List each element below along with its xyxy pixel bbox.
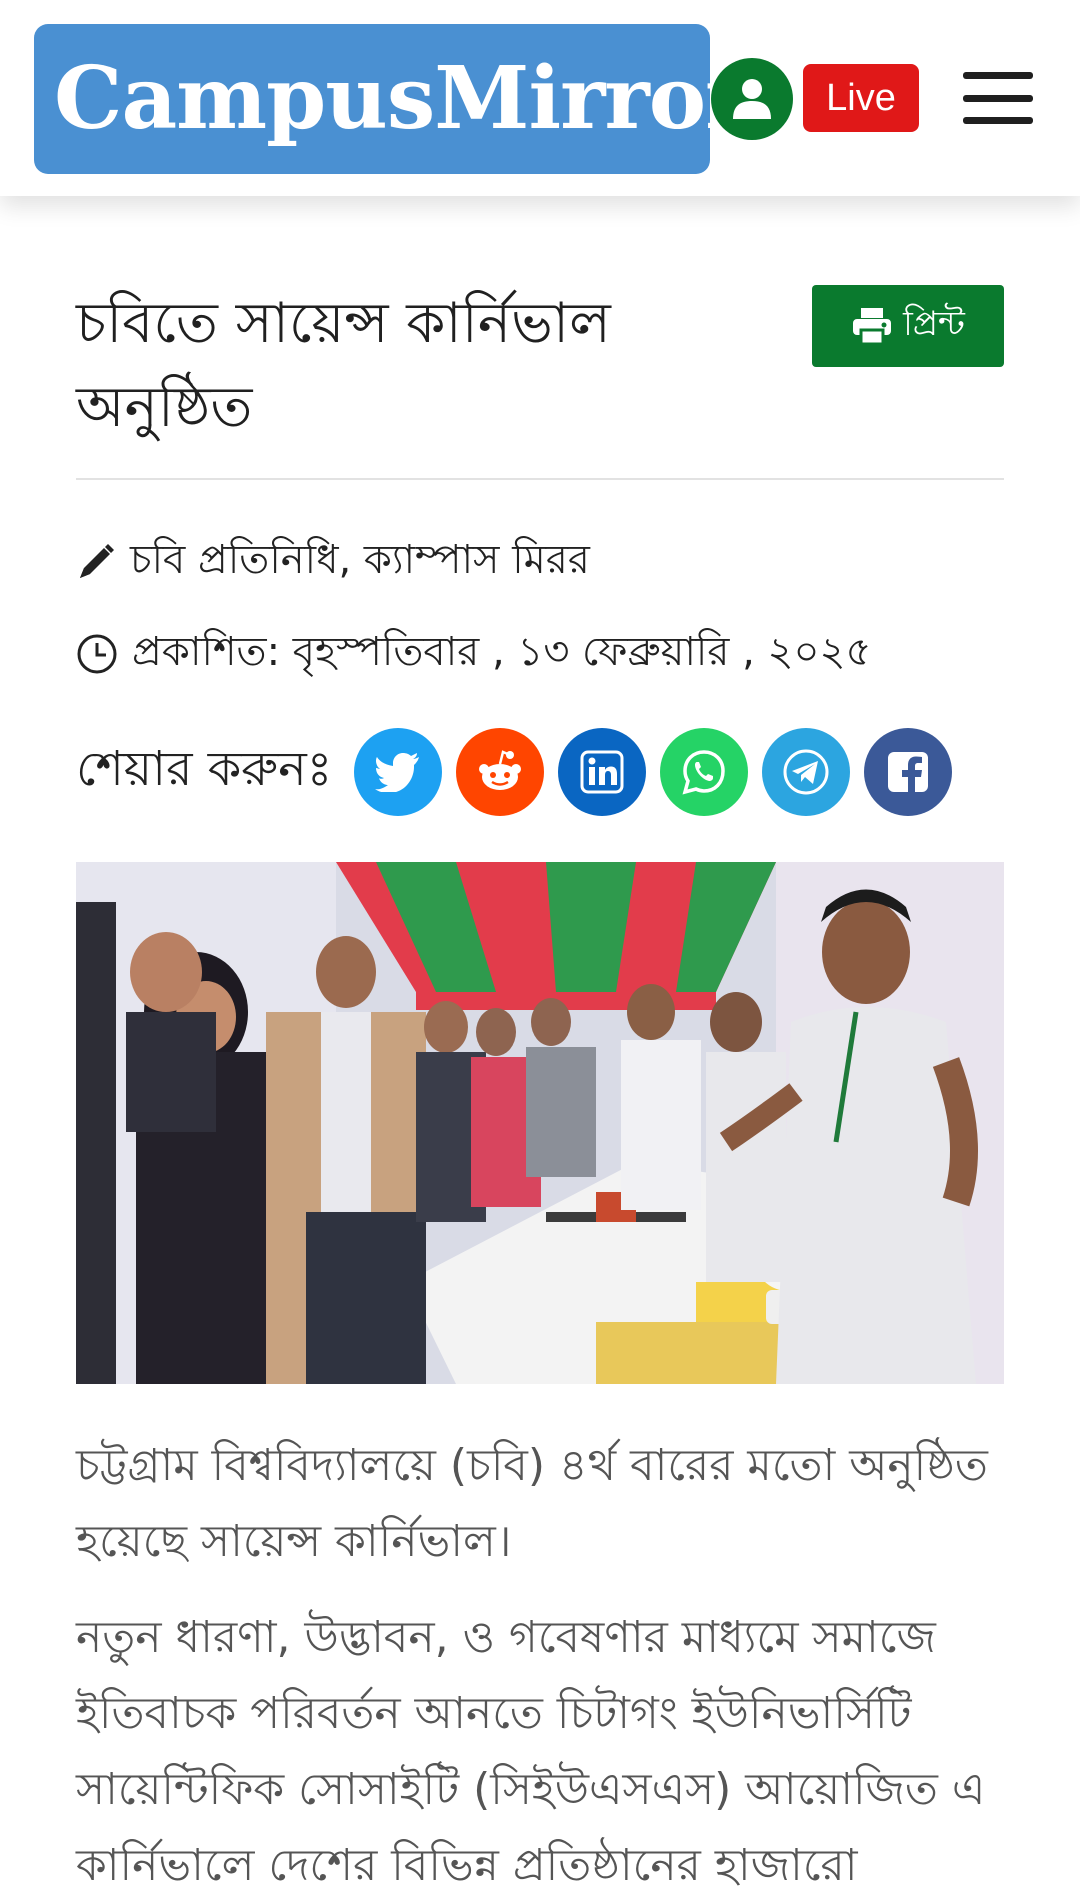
- linkedin-icon: [580, 750, 624, 794]
- site-header: CampusMirror Live: [0, 0, 1080, 196]
- menu-icon-bar: [963, 72, 1033, 79]
- user-icon: [733, 79, 771, 119]
- print-label: প্রিন্ট: [903, 303, 965, 344]
- site-logo[interactable]: CampusMirror: [34, 24, 710, 174]
- author-line: চবি প্রতিনিধি, ক্যাম্পাস মিরর: [76, 528, 590, 595]
- publish-date-line: প্রকাশিত: বৃহস্পতিবার , ১৩ ফেব্রুয়ারি ,…: [76, 620, 872, 687]
- facebook-icon: [888, 752, 929, 794]
- article-paragraph: চট্টগ্রাম বিশ্ববিদ্যালয়ে (চবি) ৪র্থ বার…: [76, 1440, 988, 1567]
- printer-icon: [853, 308, 892, 346]
- clock-icon: [76, 633, 118, 675]
- share-telegram-button[interactable]: [762, 728, 851, 816]
- publish-date: প্রকাশিত: বৃহস্পতিবার , ১৩ ফেব্রুয়ারি ,…: [132, 629, 872, 675]
- share-reddit-button[interactable]: [456, 728, 545, 816]
- hamburger-menu-button[interactable]: [963, 72, 1033, 124]
- print-button[interactable]: প্রিন্ট: [812, 285, 1004, 367]
- share-bar: শেয়ার করুনঃ: [76, 728, 966, 816]
- article-title: চবিতে সায়েন্স কার্নিভাল অনুষ্ঠিত: [76, 291, 611, 440]
- menu-icon-bar: [963, 94, 1033, 102]
- reddit-icon: [479, 750, 522, 790]
- share-whatsapp-button[interactable]: [660, 728, 749, 816]
- share-facebook-button[interactable]: [864, 728, 953, 816]
- article-paragraph: নতুন ধারণা, উদ্ভাবন, ও গবেষণার মাধ্যমে স…: [76, 1612, 986, 1891]
- share-twitter-button[interactable]: [354, 728, 443, 816]
- telegram-icon: [783, 749, 829, 795]
- title-divider: [76, 478, 1004, 480]
- user-account-button[interactable]: [711, 58, 793, 140]
- menu-icon-bar: [963, 117, 1033, 124]
- live-button[interactable]: Live: [803, 64, 919, 132]
- pencil-icon: [76, 542, 116, 582]
- share-linkedin-button[interactable]: [558, 728, 647, 816]
- whatsapp-icon: [682, 750, 726, 795]
- author-name: চবি প্রতিনিধি, ক্যাম্পাস মিরর: [130, 537, 590, 583]
- twitter-icon: [375, 753, 420, 792]
- article-photo: [76, 862, 1004, 1384]
- share-label: শেয়ার করুনঃ: [76, 740, 333, 797]
